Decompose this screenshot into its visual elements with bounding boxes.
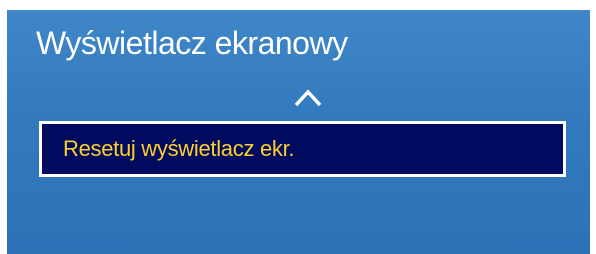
chevron-up-icon <box>294 89 322 107</box>
menu-title: Wyświetlacz ekranowy <box>36 25 348 61</box>
menu-item-reset-osd[interactable]: Resetuj wyświetlacz ekr. <box>39 121 566 177</box>
osd-menu-panel: Wyświetlacz ekranowy Resetuj wyświetlacz… <box>7 10 590 254</box>
menu-item-label: Resetuj wyświetlacz ekr. <box>63 136 295 161</box>
scroll-up-arrow[interactable] <box>292 86 324 108</box>
